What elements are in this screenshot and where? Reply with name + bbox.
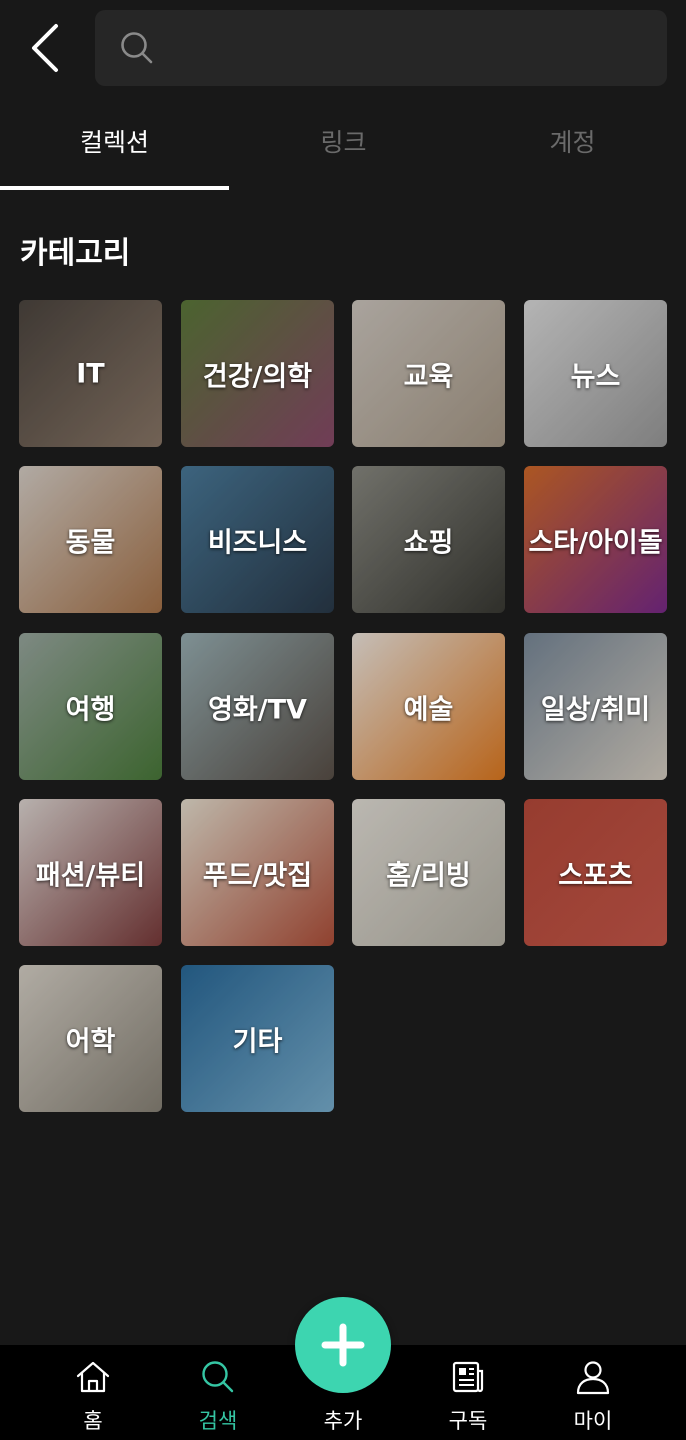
category-tile[interactable]: 여행 [19,633,162,780]
category-tile[interactable]: 교육 [352,300,505,447]
tab-bar: 컬렉션 링크 계정 [0,110,686,190]
category-tile[interactable]: 스타/아이돌 [524,466,667,613]
search-icon [121,32,153,64]
category-tile[interactable]: 홈/리빙 [352,799,505,946]
category-label: 뉴스 [570,361,621,392]
category-label: 어학 [65,1026,116,1057]
category-label: 스타/아이돌 [528,527,663,558]
category-label: 쇼핑 [403,527,454,558]
search-icon [202,1361,234,1393]
nav-my-label: 마이 [573,1409,613,1433]
active-tab-indicator [0,186,229,190]
category-tile[interactable]: 쇼핑 [352,466,505,613]
category-label: 예술 [403,694,454,725]
tab-collection[interactable]: 컬렉션 [0,110,229,190]
category-label: 교육 [403,361,454,392]
top-bar [0,0,686,96]
category-grid: IT 건강/의학 교육 뉴스동물 비즈니스 쇼핑 스타/아이돌여행 영화/TV 예술 일상/취미패… [19,300,669,1120]
category-label: 영화/TV [208,694,307,725]
nav-subscribe-label: 구독 [448,1409,488,1433]
nav-search[interactable]: 검색 [158,1345,278,1440]
category-label: 패션/뷰티 [35,860,146,891]
category-title: 카테고리 [20,236,131,271]
search-bar[interactable] [95,10,667,86]
newspaper-icon [452,1361,484,1393]
category-tile[interactable]: 비즈니스 [181,466,334,613]
search-input[interactable] [165,24,645,72]
home-icon [76,1361,110,1393]
category-label: 기타 [232,1026,283,1057]
category-tile[interactable]: 뉴스 [524,300,667,447]
nav-search-label: 검색 [198,1409,238,1433]
back-button[interactable] [22,20,70,76]
category-label: 스포츠 [558,860,633,891]
category-tile[interactable]: 영화/TV [181,633,334,780]
category-label: 비즈니스 [207,527,308,558]
category-tile[interactable]: 패션/뷰티 [19,799,162,946]
chevron-left-icon [32,24,58,72]
category-tile[interactable]: 동물 [19,466,162,613]
category-tile[interactable]: 건강/의학 [181,300,334,447]
nav-my[interactable]: 마이 [533,1345,653,1440]
category-tile[interactable]: 푸드/맛집 [181,799,334,946]
nav-home-label: 홈 [83,1409,103,1433]
category-tile[interactable]: 예술 [352,633,505,780]
tab-link[interactable]: 링크 [229,110,458,190]
category-label: 건강/의학 [202,361,313,392]
category-tile[interactable]: 기타 [181,965,334,1112]
category-label: 동물 [65,527,116,558]
user-icon [576,1361,610,1395]
add-button[interactable] [295,1297,391,1393]
tab-account[interactable]: 계정 [458,110,686,190]
category-label: 일상/취미 [540,694,651,725]
category-tile[interactable]: IT [19,300,162,447]
category-tile[interactable]: 어학 [19,965,162,1112]
category-tile[interactable]: 일상/취미 [524,633,667,780]
category-label: 푸드/맛집 [202,860,313,891]
category-label: 여행 [65,694,116,725]
category-label: IT [76,358,105,389]
nav-add-label: 추가 [323,1409,363,1433]
plus-icon [321,1323,365,1367]
category-label: 홈/리빙 [386,860,471,891]
nav-home[interactable]: 홈 [33,1345,153,1440]
nav-subscribe[interactable]: 구독 [408,1345,528,1440]
category-tile[interactable]: 스포츠 [524,799,667,946]
